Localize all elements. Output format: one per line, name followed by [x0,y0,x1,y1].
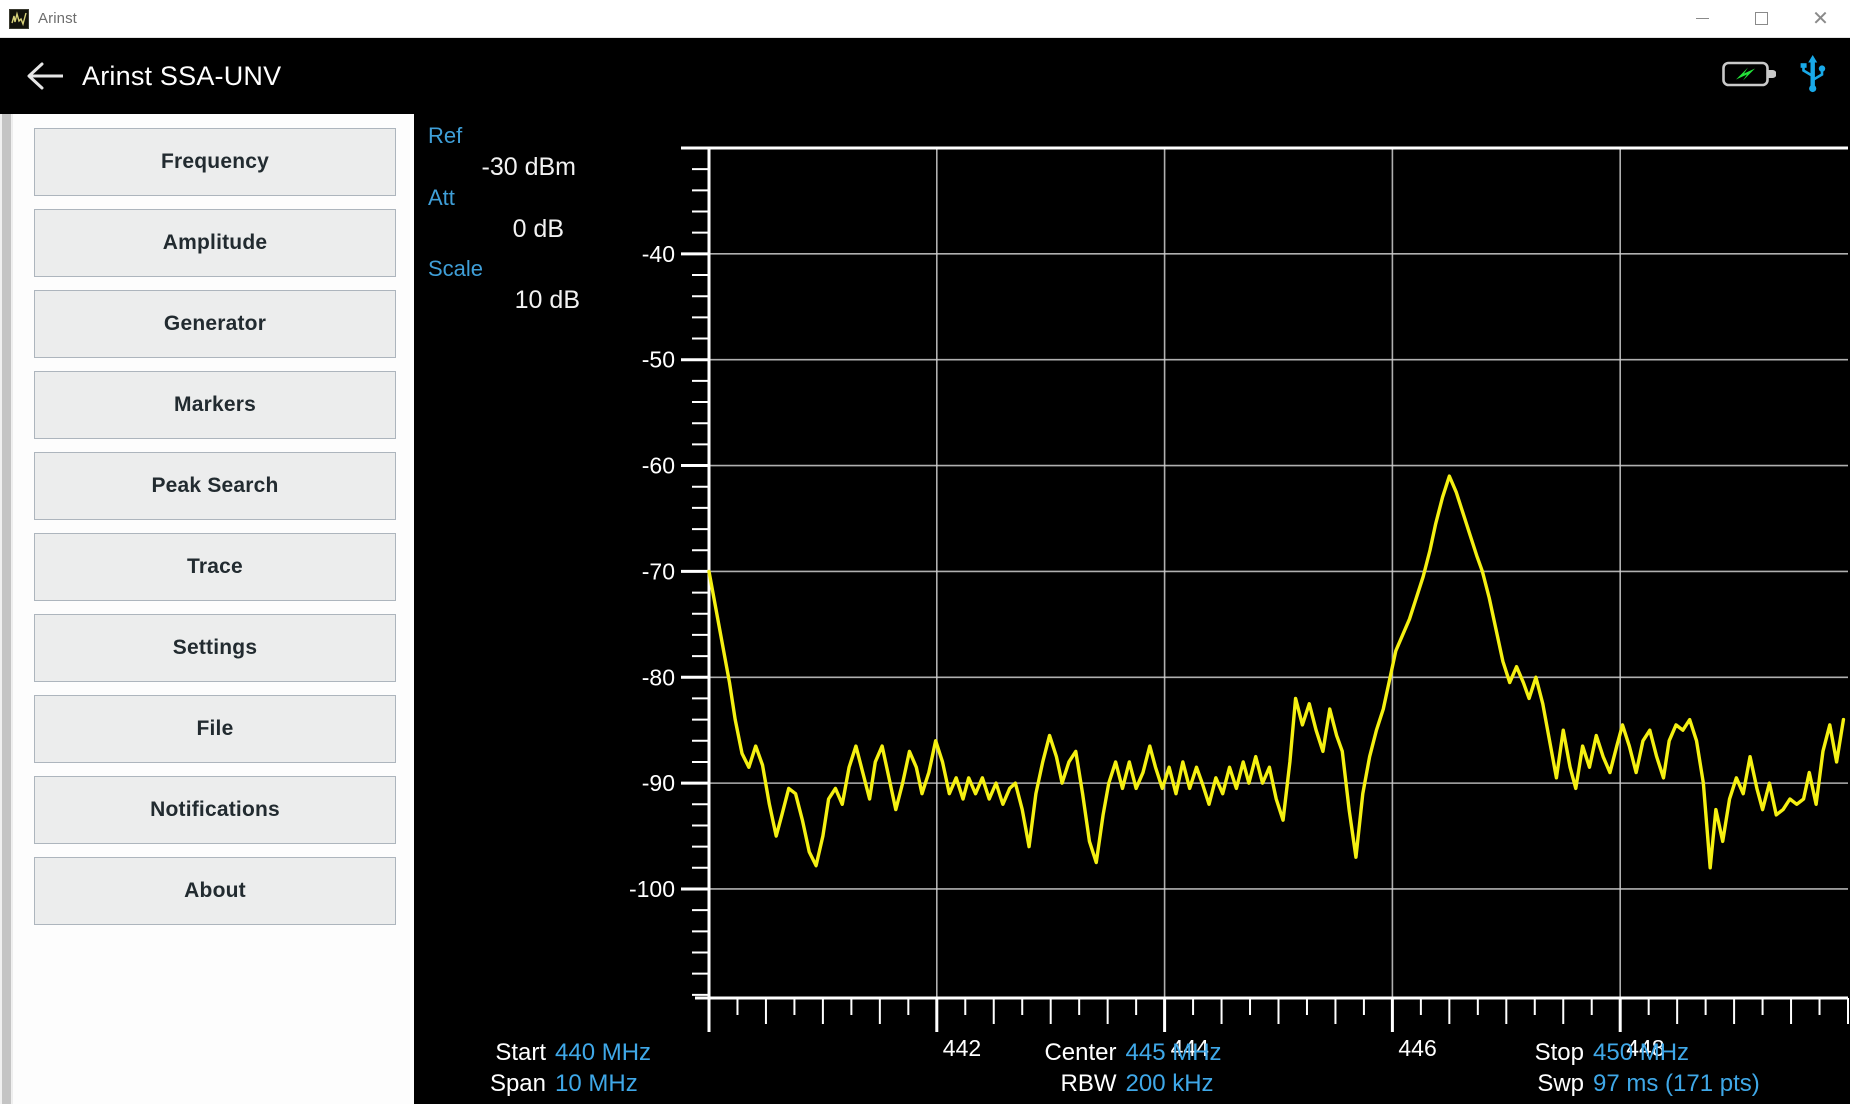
sidebar-item-label: Markers [174,393,256,417]
minimize-button[interactable] [1673,0,1732,37]
svg-text:-40: -40 [642,241,675,267]
battery-charging-icon [1722,57,1776,96]
app-header: Arinst SSA-UNV [0,38,1850,114]
start-value[interactable]: 440 MHz [555,1039,651,1067]
status-bar: Start 440 MHz Span 10 MHz Center 445 MHz… [414,1039,1850,1098]
window-title: Arinst [38,10,77,27]
sidebar-item-amplitude[interactable]: Amplitude [34,209,396,277]
svg-text:-60: -60 [642,453,675,479]
sidebar-item-label: Notifications [150,798,280,822]
swp-row: Swp 97 ms (171 pts) [1522,1070,1812,1098]
swp-label: Swp [1522,1070,1584,1098]
start-row: Start 440 MHz [484,1039,674,1067]
maximize-button[interactable] [1732,0,1791,37]
spectrum-display: Ref -30 dBm Att 0 dB Scale 10 dB -40-50-… [414,114,1850,1104]
sidebar-item-notifications[interactable]: Notifications [34,776,396,844]
sidebar-scrollbar-thumb[interactable] [2,114,11,1104]
sidebar-menu: Frequency Amplitude Generator Markers Pe… [13,114,414,1104]
svg-text:-80: -80 [642,664,675,690]
maximize-icon [1755,12,1768,25]
sidebar-item-file[interactable]: File [34,695,396,763]
span-value[interactable]: 10 MHz [555,1070,638,1098]
center-label: Center [1021,1039,1117,1067]
center-value[interactable]: 445 MHz [1126,1039,1222,1067]
span-row: Span 10 MHz [484,1070,674,1098]
span-label: Span [484,1070,546,1098]
sidebar-item-label: File [197,717,234,741]
center-row: Center 445 MHz [1021,1039,1256,1067]
svg-text:-90: -90 [642,770,675,796]
sidebar-item-label: Generator [164,312,266,336]
sidebar-item-label: Trace [187,555,243,579]
close-icon: ✕ [1812,9,1829,29]
close-button[interactable]: ✕ [1791,0,1850,37]
swp-value[interactable]: 97 ms (171 pts) [1593,1070,1760,1098]
status-col-left: Start 440 MHz Span 10 MHz [454,1039,910,1098]
svg-text:-70: -70 [642,558,675,584]
sidebar-item-trace[interactable]: Trace [34,533,396,601]
rbw-row: RBW 200 kHz [1021,1070,1256,1098]
svg-text:-50: -50 [642,347,675,373]
sidebar-item-label: Settings [173,636,257,660]
rbw-value[interactable]: 200 kHz [1126,1070,1214,1098]
app-waveform-icon [9,9,29,29]
sidebar-item-label: Peak Search [151,474,278,498]
sidebar-item-label: Amplitude [163,231,267,255]
sidebar-item-markers[interactable]: Markers [34,371,396,439]
sidebar-item-peak-search[interactable]: Peak Search [34,452,396,520]
usb-icon [1798,54,1828,99]
sidebar-item-label: About [184,879,246,903]
status-col-center: Center 445 MHz RBW 200 kHz [910,1039,1366,1098]
stop-row: Stop 450 MHz [1522,1039,1812,1067]
sidebar-item-generator[interactable]: Generator [34,290,396,358]
stop-label: Stop [1522,1039,1584,1067]
main-area: Frequency Amplitude Generator Markers Pe… [0,114,1850,1104]
sidebar-item-settings[interactable]: Settings [34,614,396,682]
rbw-label: RBW [1021,1070,1117,1098]
page-title: Arinst SSA-UNV [82,61,281,92]
sidebar-item-label: Frequency [161,150,269,174]
stop-value[interactable]: 450 MHz [1593,1039,1689,1067]
back-arrow-icon[interactable] [26,59,66,93]
spectrum-chart[interactable]: -40-50-60-70-80-90-100442444446448 [414,114,1850,1104]
sidebar-item-frequency[interactable]: Frequency [34,128,396,196]
spectrum-plot[interactable]: -40-50-60-70-80-90-100442444446448 [414,114,1850,1104]
window-titlebar: Arinst ✕ [0,0,1850,38]
sidebar-item-about[interactable]: About [34,857,396,925]
sidebar-scrollbar[interactable] [0,114,13,1104]
svg-text:-100: -100 [629,876,675,902]
header-status-icons [1722,54,1828,99]
status-col-right: Stop 450 MHz Swp 97 ms (171 pts) [1366,1039,1822,1098]
start-label: Start [484,1039,546,1067]
minimize-icon [1696,18,1709,20]
sidebar: Frequency Amplitude Generator Markers Pe… [0,114,414,1104]
window-controls: ✕ [1673,0,1850,37]
